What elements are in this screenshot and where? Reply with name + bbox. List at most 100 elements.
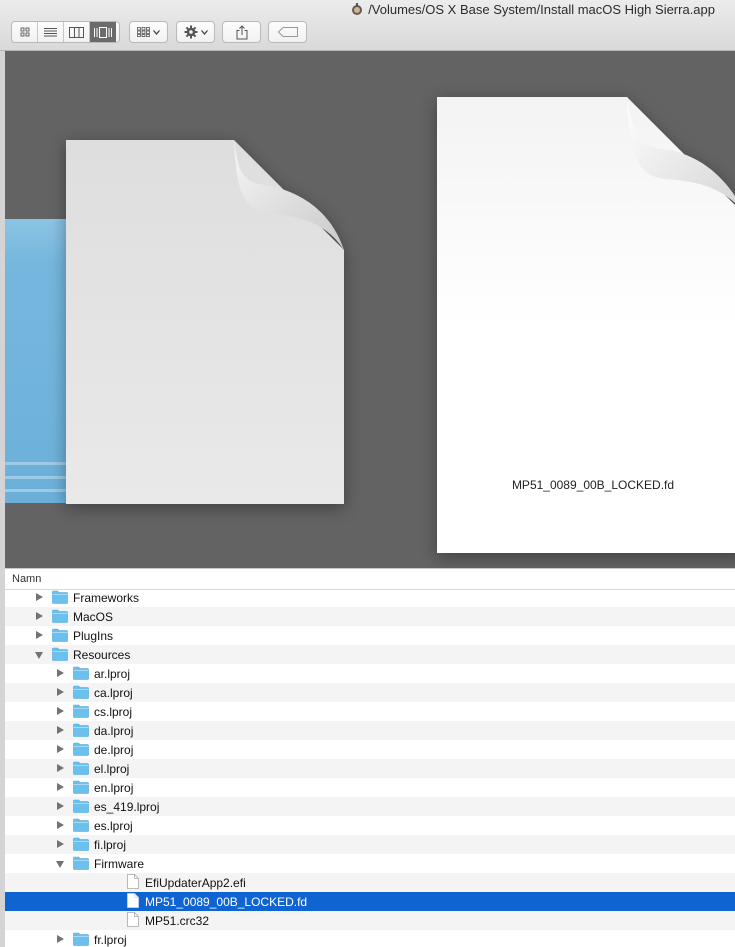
- folder-icon: [52, 647, 68, 661]
- folder-icon: [73, 932, 89, 946]
- folder-name: es_419.lproj: [94, 800, 160, 814]
- document-icon: [127, 893, 139, 908]
- folder-name: Resources: [73, 648, 131, 662]
- disclosure-triangle-collapsed-icon[interactable]: [36, 593, 43, 601]
- folder-row[interactable]: PlugIns: [5, 626, 735, 645]
- folder-row[interactable]: Resources: [5, 645, 735, 664]
- folder-row[interactable]: da.lproj: [5, 721, 735, 740]
- folder-preview-icon: [5, 219, 75, 503]
- folder-row[interactable]: Frameworks: [5, 588, 735, 607]
- file-name: MP51.crc32: [145, 914, 210, 928]
- chevron-down-icon: [153, 29, 160, 35]
- file-name: EfiUpdaterApp2.efi: [145, 876, 246, 890]
- icon-view-button[interactable]: [12, 22, 38, 42]
- folder-row[interactable]: MacOS: [5, 607, 735, 626]
- name-column-header[interactable]: Namn: [12, 573, 41, 585]
- folder-row[interactable]: fr.lproj: [5, 930, 735, 947]
- view-mode-control: [11, 21, 120, 43]
- folder-name: ca.lproj: [94, 686, 133, 700]
- file-row[interactable]: MP51.crc32: [5, 911, 735, 930]
- disclosure-triangle-collapsed-icon[interactable]: [57, 783, 64, 791]
- tag-icon: [277, 27, 298, 37]
- gear-icon: [184, 25, 197, 39]
- folder-icon: [73, 761, 89, 775]
- folder-name: en.lproj: [94, 781, 134, 795]
- folder-name: MacOS: [73, 610, 114, 624]
- folder-row[interactable]: Firmware: [5, 854, 735, 873]
- disclosure-triangle-collapsed-icon[interactable]: [57, 688, 64, 696]
- folder-icon: [73, 685, 89, 699]
- arrange-grid-icon: [137, 27, 150, 37]
- folder-row[interactable]: es.lproj: [5, 816, 735, 835]
- column-view-button[interactable]: [64, 22, 90, 42]
- share-icon: [236, 24, 247, 39]
- toolbar: /Volumes/OS X Base System/Install macOS …: [0, 0, 735, 51]
- folder-row[interactable]: ca.lproj: [5, 683, 735, 702]
- folder-icon: [52, 628, 68, 642]
- disclosure-triangle-collapsed-icon[interactable]: [57, 669, 64, 677]
- file-row[interactable]: EfiUpdaterApp2.efi: [5, 873, 735, 892]
- list-icon: [44, 28, 57, 37]
- file-name: MP51_0089_00B_LOCKED.fd: [145, 895, 308, 909]
- cover-flow-view-button[interactable]: [90, 22, 116, 42]
- disclosure-triangle-collapsed-icon[interactable]: [57, 821, 64, 829]
- folder-name: de.lproj: [94, 743, 134, 757]
- folder-icon: [73, 837, 89, 851]
- grid-icon: [20, 27, 29, 37]
- tags-button[interactable]: [268, 21, 307, 43]
- document-icon: [127, 874, 139, 889]
- folder-icon: [73, 666, 89, 680]
- preview-file-label: MP51_0089_00B_LOCKED.fd: [511, 478, 675, 492]
- disclosure-triangle-collapsed-icon[interactable]: [57, 802, 64, 810]
- disclosure-triangle-collapsed-icon[interactable]: [57, 764, 64, 772]
- folder-icon: [52, 590, 68, 604]
- folder-name: fi.lproj: [94, 838, 127, 852]
- folder-icon: [52, 609, 68, 623]
- folder-row[interactable]: cs.lproj: [5, 702, 735, 721]
- window-title-text: /Volumes/OS X Base System/Install macOS …: [368, 2, 715, 17]
- disclosure-triangle-expanded-icon[interactable]: [56, 861, 64, 868]
- folder-icon: [73, 799, 89, 813]
- folder-name: da.lproj: [94, 724, 134, 738]
- folder-name: fr.lproj: [94, 933, 127, 947]
- folder-row[interactable]: ar.lproj: [5, 664, 735, 683]
- folder-name: es.lproj: [94, 819, 133, 833]
- cover-flow-icon: [94, 26, 112, 38]
- columns-icon: [69, 26, 84, 38]
- action-button[interactable]: [176, 21, 215, 43]
- folder-icon: [73, 723, 89, 737]
- folder-name: el.lproj: [94, 762, 130, 776]
- file-row[interactable]: MP51_0089_00B_LOCKED.fd: [5, 892, 735, 911]
- disclosure-triangle-collapsed-icon[interactable]: [57, 935, 64, 943]
- disclosure-triangle-collapsed-icon[interactable]: [57, 840, 64, 848]
- folder-row[interactable]: es_419.lproj: [5, 797, 735, 816]
- folder-name: Firmware: [94, 857, 144, 871]
- list-view-button[interactable]: [38, 22, 64, 42]
- file-list: Frameworks MacOS PlugIns Resources ar.lproj c…: [5, 588, 735, 947]
- list-column-header[interactable]: Namn: [5, 568, 735, 590]
- folder-icon: [73, 704, 89, 718]
- arrange-button[interactable]: [129, 21, 168, 43]
- folder-row[interactable]: el.lproj: [5, 759, 735, 778]
- folder-icon: [73, 742, 89, 756]
- document-icon: [127, 912, 139, 927]
- folder-icon: [73, 818, 89, 832]
- folder-row[interactable]: de.lproj: [5, 740, 735, 759]
- disclosure-triangle-collapsed-icon[interactable]: [36, 612, 43, 620]
- folder-row[interactable]: fi.lproj: [5, 835, 735, 854]
- disclosure-triangle-collapsed-icon[interactable]: [57, 745, 64, 753]
- installer-app-icon: [352, 3, 363, 15]
- share-button[interactable]: [222, 21, 261, 43]
- disclosure-triangle-collapsed-icon[interactable]: [36, 631, 43, 639]
- disclosure-triangle-collapsed-icon[interactable]: [57, 707, 64, 715]
- folder-name: cs.lproj: [94, 705, 133, 719]
- folder-row[interactable]: en.lproj: [5, 778, 735, 797]
- document-preview-icon: [66, 140, 344, 504]
- folder-name: Frameworks: [73, 591, 140, 605]
- finder-window: /Volumes/OS X Base System/Install macOS …: [0, 0, 735, 947]
- window-title: /Volumes/OS X Base System/Install macOS …: [351, 2, 715, 17]
- disclosure-triangle-expanded-icon[interactable]: [35, 652, 43, 659]
- folder-icon: [73, 780, 89, 794]
- folder-icon: [73, 856, 89, 870]
- disclosure-triangle-collapsed-icon[interactable]: [57, 726, 64, 734]
